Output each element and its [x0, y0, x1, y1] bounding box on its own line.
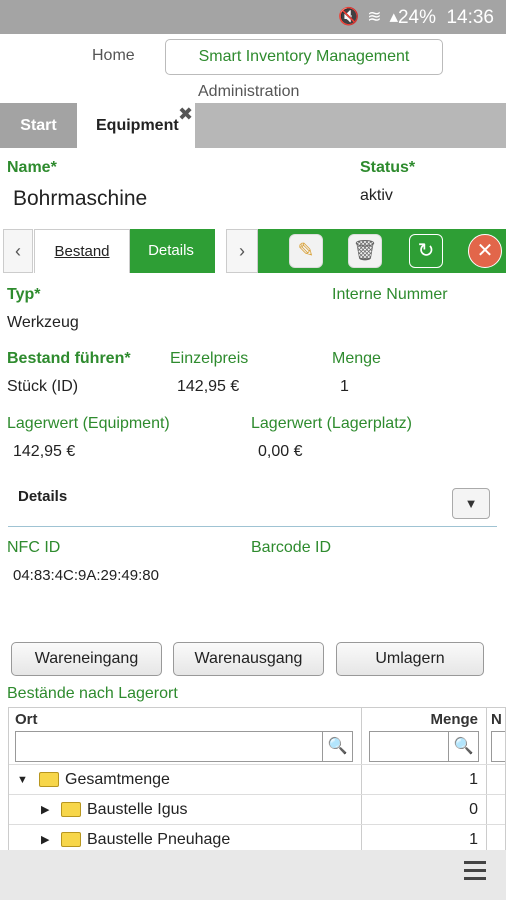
cancel-icon[interactable]: ✕: [468, 234, 502, 268]
ort-filter-input[interactable]: 🔍: [15, 731, 353, 762]
name-value: Bohrmaschine: [13, 187, 148, 210]
search-icon[interactable]: 🔍: [448, 732, 478, 761]
edit-pencil-icon[interactable]: ✎: [289, 234, 323, 268]
nav-home-link[interactable]: Home: [92, 47, 135, 65]
status-value: aktiv: [360, 187, 393, 204]
chevron-left-icon[interactable]: ‹: [3, 229, 33, 273]
nfc-id-value: 04:83:4C:9A:29:49:80: [13, 567, 159, 584]
expanded-triangle-icon[interactable]: ▼: [17, 765, 28, 795]
interne-nummer-label: Interne Nummer: [332, 286, 448, 303]
row-label: Baustelle Pneuhage: [87, 831, 231, 848]
umlagern-button[interactable]: Umlagern: [336, 642, 484, 676]
details-section-title: Details: [18, 488, 68, 505]
tab-details[interactable]: Details: [130, 229, 212, 273]
bottom-bar: [0, 850, 506, 900]
typ-label: Typ*: [7, 286, 41, 303]
typ-value: Werkzeug: [7, 314, 79, 331]
column-header-ort[interactable]: Ort: [15, 708, 38, 731]
nav-smart-inventory-button[interactable]: Smart Inventory Management: [165, 39, 443, 75]
lagerwert-lagerplatz-label: Lagerwert (Lagerplatz): [251, 415, 412, 432]
einzelpreis-label: Einzelpreis: [170, 350, 249, 367]
collapsed-triangle-icon[interactable]: ▶: [41, 825, 49, 851]
status-bar: 🔇 ≋ ▴ 24% 14:36: [0, 0, 506, 34]
mute-icon: 🔇: [338, 7, 360, 26]
status-label: Status*: [360, 159, 416, 176]
menge-filter-input[interactable]: 🔍: [369, 731, 479, 762]
folder-icon: [61, 832, 81, 848]
battery-level: 24%: [397, 7, 436, 28]
folder-icon: [39, 772, 59, 788]
signal-icon: ▴: [389, 7, 398, 26]
chevron-down-icon[interactable]: ▼: [452, 488, 490, 519]
bestand-fuehren-value: Stück (ID): [7, 378, 79, 395]
row-value: 1: [469, 771, 478, 788]
lagerwert-equipment-label: Lagerwert (Equipment): [7, 415, 170, 432]
trash-icon[interactable]: 🗑: [348, 234, 382, 268]
lagerwert-lagerplatz-value: 0,00 €: [258, 443, 303, 460]
table-row[interactable]: ▶ Baustelle Igus 0: [9, 794, 505, 825]
table-row[interactable]: ▶ Baustelle Pneuhage 1: [9, 824, 505, 851]
grid-title: Bestände nach Lagerort: [7, 685, 178, 702]
chevron-right-icon[interactable]: ›: [226, 229, 258, 273]
warenausgang-button[interactable]: Warenausgang: [173, 642, 324, 676]
wifi-icon: ≋: [367, 7, 382, 26]
menge-label: Menge: [332, 350, 381, 367]
column-header-menge[interactable]: Menge: [361, 708, 482, 731]
wareneingang-button[interactable]: Wareneingang: [11, 642, 162, 676]
toolbar-divider: [212, 229, 226, 273]
collapsed-triangle-icon[interactable]: ▶: [41, 795, 49, 825]
folder-icon: [61, 802, 81, 818]
more-filter-input[interactable]: [491, 731, 505, 762]
table-row[interactable]: ▼ Gesamtmenge 1: [9, 764, 505, 795]
status-icons: 🔇 ≋ ▴: [338, 7, 398, 27]
row-label: Baustelle Igus: [87, 801, 188, 818]
hamburger-menu-icon[interactable]: [464, 861, 486, 880]
details-divider: [8, 526, 497, 527]
tab-start[interactable]: Start: [0, 103, 77, 148]
clock: 14:36: [446, 7, 494, 28]
lagerwert-equipment-value: 142,95 €: [13, 443, 76, 460]
barcode-id-label: Barcode ID: [251, 539, 332, 556]
column-header-more[interactable]: N: [491, 708, 502, 731]
menge-value: 1: [340, 378, 349, 395]
einzelpreis-value: 142,95 €: [177, 378, 240, 395]
row-value: 0: [469, 801, 478, 818]
stock-grid: Ort Menge N 🔍 🔍 ▼ Gesamtmenge 1 ▶ Bauste…: [8, 707, 506, 852]
close-icon[interactable]: ✖: [178, 104, 193, 125]
tab-bestand[interactable]: Bestand: [34, 229, 130, 273]
row-label: Gesamtmenge: [65, 771, 170, 788]
name-label: Name*: [7, 159, 57, 176]
nfc-id-label: NFC ID: [7, 539, 61, 556]
row-value: 1: [469, 831, 478, 848]
search-icon[interactable]: 🔍: [322, 732, 352, 761]
refresh-icon[interactable]: ↻: [409, 234, 443, 268]
action-toolbar: ✎ 🗑 ↻ ✕: [258, 229, 506, 273]
nav-administration-link[interactable]: Administration: [198, 83, 299, 101]
bestand-fuehren-label: Bestand führen*: [7, 350, 131, 367]
